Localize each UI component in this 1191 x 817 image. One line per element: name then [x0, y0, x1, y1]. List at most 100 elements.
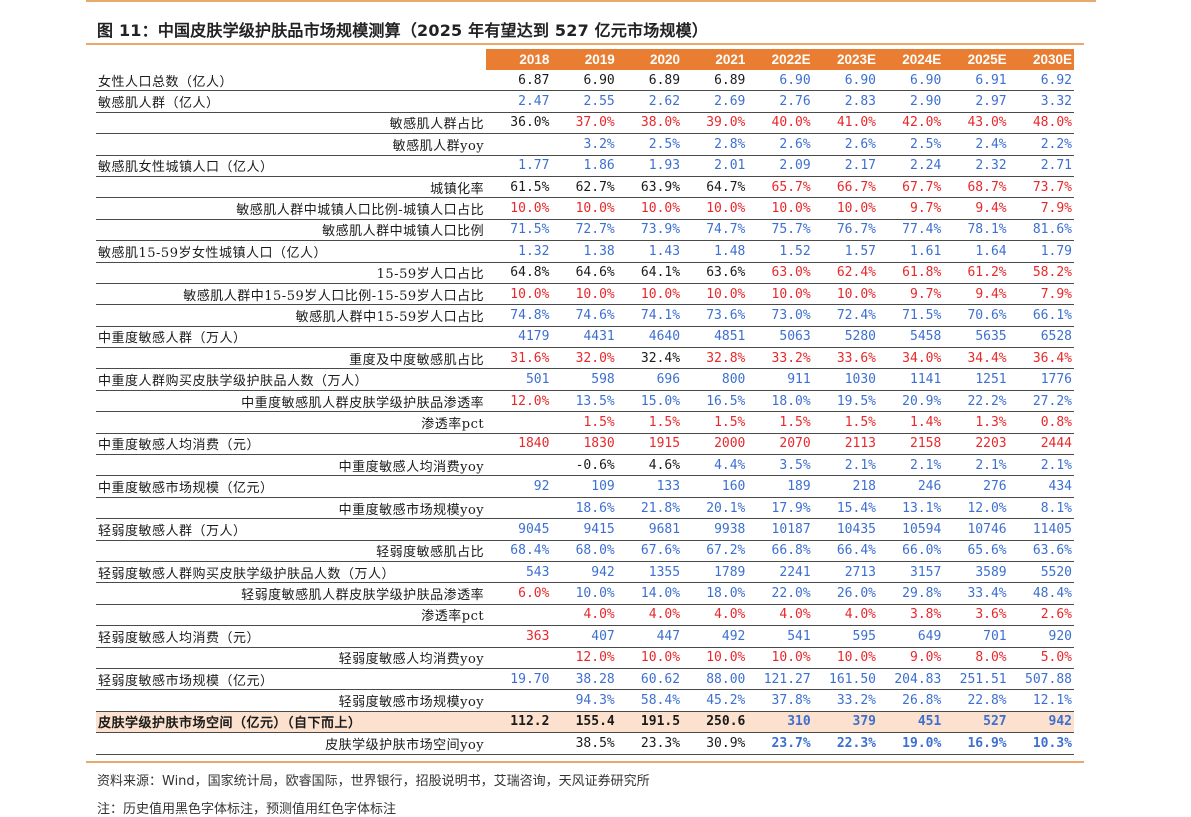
- table-cell: 10.0%: [616, 283, 683, 306]
- table-cell: 4.0%: [747, 604, 813, 627]
- table-cell: 2.8%: [682, 133, 748, 156]
- table-cell: 800: [682, 368, 748, 391]
- table-cell: 3157: [878, 561, 944, 584]
- table-cell: 1.5%: [812, 411, 878, 434]
- table-cell: 1.4%: [878, 411, 944, 434]
- header-cell-2025e: 2025E: [943, 49, 1009, 70]
- row-label: 轻弱度敏感人均消费yoy: [96, 647, 487, 669]
- table-cell: 72.4%: [812, 304, 878, 327]
- table-cell: 15.0%: [616, 390, 683, 413]
- table-cell: 21.8%: [616, 497, 683, 520]
- table-cell: 1.38: [551, 240, 617, 263]
- table-cell: 74.7%: [682, 219, 748, 242]
- table-row: 敏感肌人群中城镇人口比例 71.5% 72.7% 73.9% 74.7% 75.7% 76.…: [96, 219, 1074, 242]
- table-cell: 7.9%: [1008, 197, 1074, 220]
- table-cell: 16.5%: [682, 390, 748, 413]
- table-cell: 6.0%: [486, 582, 552, 605]
- table-cell: 18.0%: [747, 390, 813, 413]
- table-cell: 3.2%: [551, 133, 617, 156]
- table-cell: 10.3%: [1008, 732, 1074, 755]
- row-label: 中重度敏感市场规模（亿元）: [96, 475, 487, 498]
- table-cell: 30.9%: [682, 732, 748, 755]
- table-cell: 541: [747, 625, 813, 648]
- table-cell: 379: [812, 711, 878, 734]
- table-cell: 2.47: [486, 90, 552, 113]
- header-cell-2030e: 2030E: [1008, 49, 1074, 70]
- row-label: 渗透率pct: [96, 411, 487, 434]
- row-label: 皮肤学级护肤市场空间（亿元）（自下而上）: [96, 711, 487, 734]
- table-cell: 121.27: [747, 668, 813, 691]
- table-cell: 4.0%: [551, 604, 617, 627]
- table-cell: 63.9%: [616, 176, 683, 199]
- row-label: 敏感肌人群（亿人）: [96, 90, 487, 113]
- table-cell: 191.5: [616, 711, 683, 734]
- table-cell: 48.4%: [1008, 582, 1074, 605]
- table-cell: 41.0%: [812, 112, 878, 135]
- table-row: 敏感肌人群占比 36.0% 37.0% 38.0% 39.0% 40.0% 41.0% 42.…: [96, 112, 1074, 135]
- table-cell: 2.1%: [878, 454, 944, 477]
- table-cell: 72.7%: [551, 219, 617, 242]
- table-cell: 161.50: [812, 668, 878, 691]
- header-cell-label: [96, 49, 487, 70]
- table-cell: 4.4%: [682, 454, 748, 477]
- table-cell: 38.0%: [616, 112, 683, 135]
- table-cell: 1.5%: [682, 411, 748, 434]
- table-cell: -0.6%: [551, 454, 617, 477]
- table-cell: 74.1%: [616, 304, 683, 327]
- table-cell: 1.5%: [616, 411, 683, 434]
- row-label: 重度及中度敏感肌占比: [96, 347, 487, 370]
- table-cell: 2000: [682, 433, 748, 456]
- table-cell: 3.6%: [943, 604, 1009, 627]
- table-cell: 2444: [1008, 433, 1074, 456]
- table-cell: 310: [747, 711, 813, 734]
- table-cell: 5520: [1008, 561, 1074, 584]
- table-cell: 18.6%: [551, 497, 617, 520]
- table-cell: 6.92: [1008, 70, 1074, 92]
- row-label: 轻弱度敏感人群购买皮肤学级护肤品人数（万人）: [96, 561, 487, 584]
- table-cell: 38.28: [551, 668, 617, 691]
- table-cell: 9.4%: [943, 283, 1009, 306]
- table-cell: 133: [616, 475, 683, 498]
- table-cell: 2113: [812, 433, 878, 456]
- table-cell: 38.5%: [551, 732, 617, 755]
- table-cell: 218: [812, 475, 878, 498]
- table-cell: 1.57: [812, 240, 878, 263]
- table-cell: 32.0%: [551, 347, 617, 370]
- table-cell: 9938: [682, 518, 748, 541]
- table-cell: 39.0%: [682, 112, 748, 135]
- table-cell: 363: [486, 625, 552, 648]
- table-cell: 10.0%: [616, 197, 683, 220]
- table-cell: 3.8%: [878, 604, 944, 627]
- table-cell: 31.6%: [486, 347, 552, 370]
- table-cell: 155.4: [551, 711, 617, 734]
- table-cell: 61.8%: [878, 262, 944, 284]
- table-cell: 6.90: [551, 70, 617, 92]
- table-cell: 73.0%: [747, 304, 813, 327]
- table-cell: 1.3%: [943, 411, 1009, 434]
- table-cell: 1915: [616, 433, 683, 456]
- table-cell: 2713: [812, 561, 878, 584]
- table-cell: 4.0%: [616, 604, 683, 627]
- table-row: 轻弱度敏感人群（万人） 9045 9415 9681 9938 10187 10435 105…: [96, 518, 1074, 541]
- table-cell: 27.2%: [1008, 390, 1074, 413]
- table-cell: 10.0%: [747, 647, 813, 669]
- table-row: 皮肤学级护肤市场空间（亿元）（自下而上） 112.2 155.4 191.5 250.6…: [96, 711, 1074, 734]
- table-cell: 67.2%: [682, 540, 748, 562]
- row-label: 中重度敏感人均消费（元）: [96, 433, 487, 456]
- table-cell: 12.1%: [1008, 689, 1074, 712]
- table-cell: 2.5%: [878, 133, 944, 156]
- table-cell: 3.32: [1008, 90, 1074, 113]
- table-cell: 447: [616, 625, 683, 648]
- table-cell: 1.48: [682, 240, 748, 263]
- row-label: 15-59岁人口占比: [96, 262, 487, 284]
- table-cell: 29.8%: [878, 582, 944, 605]
- table-row: 敏感肌人群中15-59岁人口占比 74.8% 74.6% 74.1% 73.6% 73.0…: [96, 304, 1074, 327]
- table-cell: 81.6%: [1008, 219, 1074, 242]
- table-cell: 33.6%: [812, 347, 878, 370]
- table-row: 敏感肌人群中15-59岁人口比例-15-59岁人口占比 10.0% 10.0% 10.…: [96, 283, 1074, 306]
- table-cell: 9.7%: [878, 197, 944, 220]
- table-cell: 22.3%: [812, 732, 878, 755]
- table-row: 轻弱度敏感市场规模yoy 94.3% 58.4% 45.2% 37.8% 33.2% 26.…: [96, 689, 1074, 712]
- table-cell: 10.0%: [682, 283, 748, 306]
- header-cell-2018: 2018: [486, 49, 552, 70]
